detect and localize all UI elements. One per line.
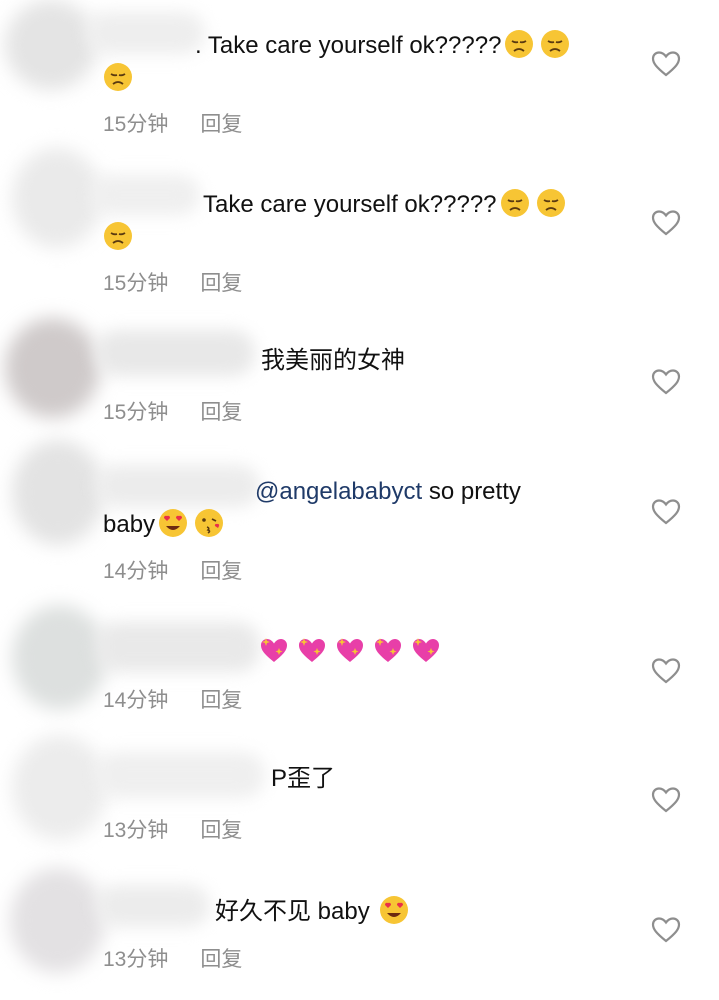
avatar[interactable] [5,318,100,418]
comment-body: 我美丽的女神 [261,347,405,374]
comment-body-cont: baby [103,511,156,538]
mention-link[interactable]: @angelababyct [255,478,422,505]
kiss-face-icon [195,509,224,537]
timestamp: 15分钟 [103,401,169,424]
comment-text: 好久不见 baby [103,895,623,928]
comment-text: Take care yourself ok????? [103,188,623,254]
reply-button[interactable]: 回复 [200,819,242,842]
disappointed-face-icon [104,222,132,250]
heart-eyes-face-icon [159,509,188,537]
heart-outline-icon[interactable] [650,914,682,946]
disappointed-face-icon [541,30,570,58]
avatar[interactable] [12,440,104,545]
timestamp: 14分钟 [103,560,169,583]
comment-text: 我美丽的女神 [103,345,623,377]
comment-meta: 15分钟 回复 [103,267,242,297]
comment-body: Take care yourself ok????? [203,191,497,218]
timestamp: 15分钟 [103,113,169,136]
comment-text: . Take care yourself ok????? [103,29,623,95]
sparkling-heart-icon [375,638,401,662]
sparkling-heart-icon [413,638,439,662]
avatar[interactable] [5,0,97,90]
disappointed-face-icon [536,189,565,217]
comment-body: . Take care yourself ok????? [195,32,502,59]
heart-outline-icon[interactable] [650,366,682,398]
reply-button[interactable]: 回复 [200,113,242,136]
reply-button[interactable]: 回复 [200,689,242,712]
timestamp: 15分钟 [103,272,169,295]
comment-body: P歪了 [271,765,336,792]
avatar[interactable] [10,868,105,973]
comment-meta: 15分钟 回复 [103,396,242,426]
comment-body: 好久不见 baby [215,898,377,925]
comment-text [103,634,623,667]
reply-button[interactable]: 回复 [200,401,242,424]
heart-outline-icon[interactable] [650,655,682,687]
disappointed-face-icon [500,189,529,217]
comment-text: @angelababyct so pretty baby [103,476,623,541]
sparkling-heart-icon [337,638,363,662]
avatar[interactable] [12,735,107,840]
comment-meta: 13分钟 回复 [103,943,242,973]
heart-outline-icon[interactable] [650,207,682,239]
heart-outline-icon[interactable] [650,48,682,80]
comment-text: P歪了 [103,763,623,795]
timestamp: 13分钟 [103,948,169,971]
reply-button[interactable]: 回复 [200,948,242,971]
disappointed-face-icon [104,63,132,91]
heart-outline-icon[interactable] [650,784,682,816]
reply-button[interactable]: 回复 [200,560,242,583]
avatar[interactable] [12,605,107,710]
sparkling-heart-icon [299,638,325,662]
avatar[interactable] [12,148,102,248]
timestamp: 14分钟 [103,689,169,712]
disappointed-face-icon [505,30,534,58]
comment-meta: 14分钟 回复 [103,555,242,585]
comment-meta: 14分钟 回复 [103,684,242,714]
sparkling-heart-icon [261,638,287,662]
timestamp: 13分钟 [103,819,169,842]
reply-button[interactable]: 回复 [200,272,242,295]
comment-body: so pretty [422,478,521,505]
heart-eyes-face-icon [380,896,409,924]
comment-meta: 15分钟 回复 [103,108,242,138]
heart-outline-icon[interactable] [650,496,682,528]
comment-meta: 13分钟 回复 [103,814,242,844]
